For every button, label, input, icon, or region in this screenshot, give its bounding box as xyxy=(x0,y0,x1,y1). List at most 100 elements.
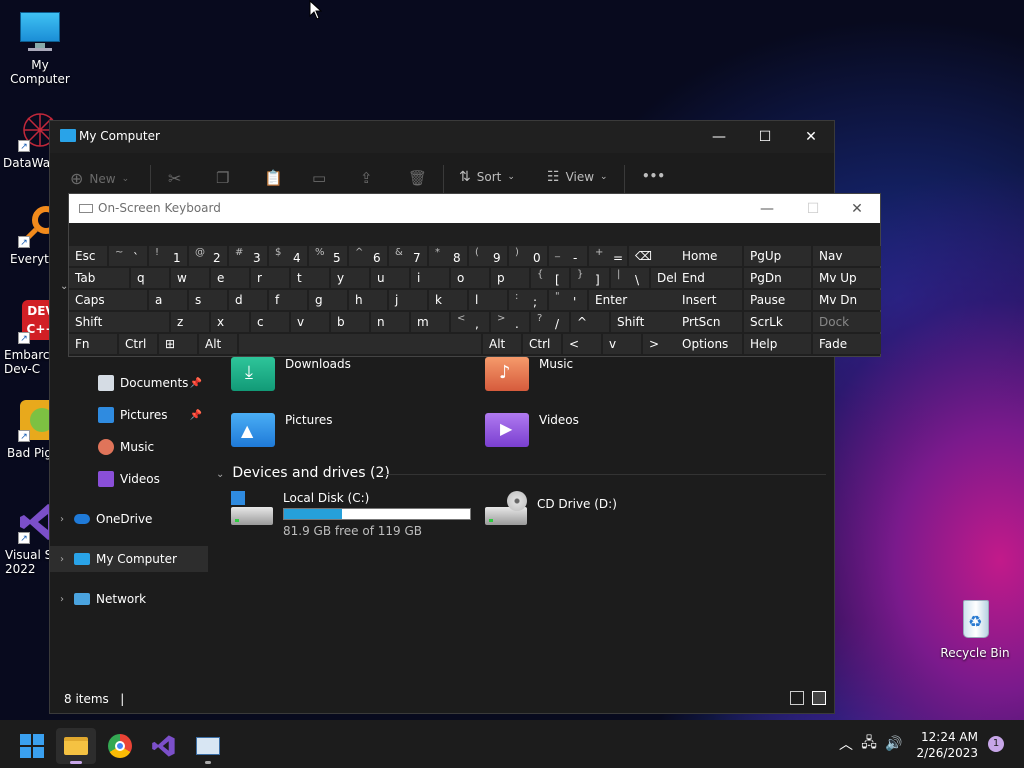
osk-nav-key[interactable]: Options xyxy=(676,334,742,354)
osk-key[interactable]: Tab xyxy=(69,268,129,288)
osk-key[interactable]: Alt xyxy=(199,334,237,354)
copy-icon[interactable]: ❐ xyxy=(216,169,229,187)
more-options-button[interactable]: ••• xyxy=(642,169,665,183)
pin-icon[interactable]: 📌 xyxy=(190,410,202,421)
folder-videos[interactable]: ▶ Videos xyxy=(485,413,579,447)
osk-nav-key[interactable]: Mv Dn xyxy=(813,290,881,310)
osk-key[interactable]: z xyxy=(171,312,209,332)
osk-nav-key[interactable]: End xyxy=(676,268,742,288)
osk-key[interactable]: u xyxy=(371,268,409,288)
osk-nav-key[interactable]: Fade xyxy=(813,334,881,354)
taskbar-visual-studio[interactable] xyxy=(144,728,184,764)
osk-key[interactable]: s xyxy=(189,290,227,310)
osk-key[interactable]: ^ xyxy=(571,312,609,332)
osk-key[interactable]: & 7 xyxy=(389,246,427,266)
osk-key[interactable]: c xyxy=(251,312,289,332)
delete-icon[interactable]: 🗑 xyxy=(408,169,427,187)
osk-nav-key[interactable]: Dock xyxy=(813,312,881,332)
folder-downloads[interactable]: ⤓ Downloads xyxy=(231,357,351,391)
osk-key[interactable]: ! 1 xyxy=(149,246,187,266)
osk-key[interactable]: * 8 xyxy=(429,246,467,266)
osk-key[interactable]: e xyxy=(211,268,249,288)
osk-key[interactable]: <, xyxy=(451,312,489,332)
osk-key[interactable]: Ctrl xyxy=(523,334,561,354)
notification-badge[interactable]: 1 xyxy=(988,736,1004,752)
osk-nav-key[interactable]: PgUp xyxy=(744,246,811,266)
maximize-button[interactable]: ☐ xyxy=(742,121,788,153)
osk-key[interactable]: ? / xyxy=(531,312,569,332)
sort-button[interactable]: ⇅ Sort ⌄ xyxy=(459,169,515,185)
osk-key[interactable]: a xyxy=(149,290,187,310)
tiles-view-icon[interactable] xyxy=(812,691,826,705)
osk-key[interactable]: n xyxy=(371,312,409,332)
chevron-right-icon[interactable]: › xyxy=(60,594,74,605)
osk-key[interactable]: {[ xyxy=(531,268,569,288)
new-button[interactable]: ⊕ New ⌄ xyxy=(70,169,129,188)
nav-item-onedrive[interactable]: › OneDrive xyxy=(50,506,208,532)
osk-key[interactable]: g xyxy=(309,290,347,310)
nav-item-pictures[interactable]: Pictures 📌 xyxy=(50,402,208,428)
osk-key[interactable]: Shift xyxy=(69,312,169,332)
osk-key[interactable]: m xyxy=(411,312,449,332)
osk-key[interactable]: < xyxy=(563,334,601,354)
osk-key[interactable]: Ctrl xyxy=(119,334,157,354)
osk-key[interactable]: y xyxy=(331,268,369,288)
osk-key[interactable]: b xyxy=(331,312,369,332)
osk-key[interactable]: " ' xyxy=(549,290,587,310)
osk-key[interactable]: + = xyxy=(589,246,627,266)
paste-icon[interactable]: 📋 xyxy=(264,169,283,187)
osk-key[interactable]: Fn xyxy=(69,334,117,354)
osk-key[interactable]: j xyxy=(389,290,427,310)
taskbar-file-explorer[interactable] xyxy=(56,728,96,764)
folder-music[interactable]: ♪ Music xyxy=(485,357,573,391)
taskbar-on-screen-keyboard[interactable] xyxy=(188,728,228,764)
view-button[interactable]: ☷ View ⌄ xyxy=(547,169,608,185)
osk-key[interactable]: }] xyxy=(571,268,609,288)
osk-key[interactable]: q xyxy=(131,268,169,288)
nav-item-videos[interactable]: Videos xyxy=(50,466,208,492)
volume-icon[interactable]: 🔊 xyxy=(882,736,906,752)
desktop-icon-recycle-bin[interactable]: ♻ Recycle Bin xyxy=(935,598,1015,660)
osk-nav-key[interactable]: Nav xyxy=(813,246,881,266)
osk-key[interactable]: :; xyxy=(509,290,547,310)
explorer-title-bar[interactable]: My Computer — ☐ ✕ xyxy=(50,121,834,153)
details-view-icon[interactable] xyxy=(790,691,804,705)
osk-key[interactable]: % 5 xyxy=(309,246,347,266)
desktop-icon-my-computer[interactable]: My Computer xyxy=(0,10,80,86)
osk-key[interactable]: ^ 6 xyxy=(349,246,387,266)
osk-key[interactable]: x xyxy=(211,312,249,332)
osk-key[interactable]: r xyxy=(251,268,289,288)
osk-key[interactable]: o xyxy=(451,268,489,288)
osk-key[interactable]: ⊞ xyxy=(159,334,197,354)
osk-nav-key[interactable]: Pause xyxy=(744,290,811,310)
drive-c[interactable]: Local Disk (C:) 81.9 GB free of 119 GB xyxy=(231,491,471,538)
osk-close-button[interactable]: ✕ xyxy=(835,194,879,223)
osk-key[interactable]: i xyxy=(411,268,449,288)
chevron-up-icon[interactable]: ︿ xyxy=(836,734,856,754)
osk-key[interactable]: ~ ` xyxy=(109,246,147,266)
nav-item-network[interactable]: › Network xyxy=(50,586,208,612)
osk-key[interactable]: t xyxy=(291,268,329,288)
nav-item-documents[interactable]: Documents 📌 xyxy=(50,370,208,396)
rename-icon[interactable]: ▭ xyxy=(312,169,326,187)
osk-key[interactable]: v xyxy=(603,334,641,354)
osk-key[interactable]: ) 0 xyxy=(509,246,547,266)
osk-title-bar[interactable]: On-Screen Keyboard — ☐ ✕ xyxy=(69,194,880,223)
clock[interactable]: 12:24 AM 2/26/2023 xyxy=(916,729,978,761)
network-icon[interactable]: 🖧 xyxy=(856,732,882,756)
osk-nav-key[interactable]: Home xyxy=(676,246,742,266)
minimize-button[interactable]: — xyxy=(696,121,742,153)
devices-section-header[interactable]: ⌄ Devices and drives (2) xyxy=(216,465,390,481)
osk-key[interactable]: h xyxy=(349,290,387,310)
osk-key[interactable]: f xyxy=(269,290,307,310)
osk-nav-key[interactable]: ScrLk xyxy=(744,312,811,332)
osk-key[interactable]: p xyxy=(491,268,529,288)
osk-key[interactable]: >. xyxy=(491,312,529,332)
osk-key[interactable]: Caps xyxy=(69,290,147,310)
start-button[interactable] xyxy=(12,728,52,764)
osk-key[interactable]: $4 xyxy=(269,246,307,266)
osk-key[interactable]: v xyxy=(291,312,329,332)
osk-key[interactable]: Alt xyxy=(483,334,521,354)
pin-icon[interactable]: 📌 xyxy=(190,378,202,389)
osk-nav-key[interactable]: PrtScn xyxy=(676,312,742,332)
